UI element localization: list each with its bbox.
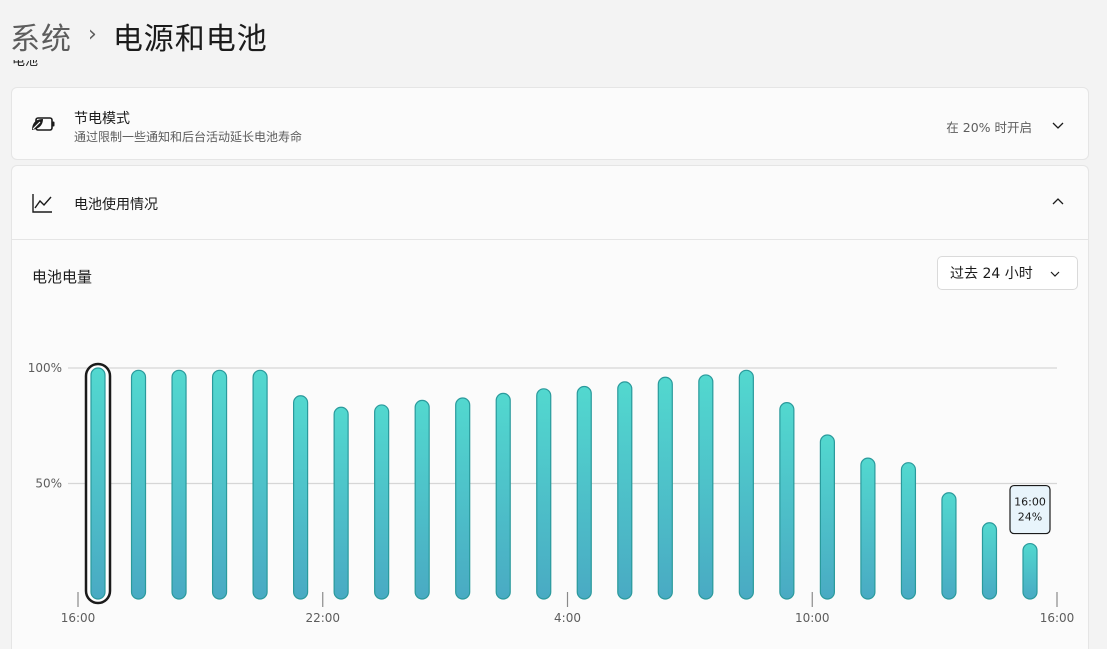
battery-bar[interactable] <box>130 369 147 600</box>
battery-bar[interactable] <box>90 367 106 600</box>
battery-bar[interactable] <box>617 381 633 600</box>
y-tick-label: 50% <box>35 477 62 491</box>
x-tick-label: 16:00 <box>1040 611 1075 625</box>
power-battery-page: 系统 › 电源和电池 电池 节电模式 通过限制一些通知和后台活动延长电池寿命 在… <box>0 0 1107 649</box>
battery-bar[interactable] <box>981 522 998 600</box>
battery-bar[interactable] <box>657 376 673 600</box>
battery-bar[interactable] <box>374 404 390 600</box>
tooltip-value: 24% <box>1018 511 1042 524</box>
battery-bar[interactable] <box>171 369 187 600</box>
x-tick-label: 10:00 <box>795 611 830 625</box>
battery-bar[interactable] <box>333 406 349 600</box>
battery-level-chart: 100% 50% 16:00 22:00 4:00 10:00 16:00 16:00 24% <box>28 361 1075 625</box>
battery-bar[interactable] <box>576 385 592 600</box>
battery-bar[interactable] <box>900 462 917 600</box>
x-tick-label: 16:00 <box>61 611 96 625</box>
battery-bar[interactable] <box>495 392 511 600</box>
x-tick-label: 4:00 <box>554 611 581 625</box>
bar-tooltip <box>1009 484 1051 535</box>
battery-bar[interactable] <box>252 369 268 600</box>
battery-bar[interactable] <box>1022 542 1038 600</box>
battery-bar[interactable] <box>211 369 228 600</box>
battery-bar[interactable] <box>293 395 309 600</box>
y-tick-label: 100% <box>28 361 62 375</box>
battery-bar[interactable] <box>941 492 957 600</box>
battery-bar[interactable] <box>779 402 795 600</box>
battery-bar[interactable] <box>860 457 876 600</box>
battery-bar[interactable] <box>455 397 471 600</box>
battery-bar[interactable] <box>819 434 835 600</box>
tooltip-time: 16:00 <box>1014 496 1046 509</box>
battery-bar[interactable] <box>698 374 714 600</box>
battery-bar[interactable] <box>738 369 754 600</box>
battery-bar[interactable] <box>414 399 430 600</box>
x-tick-label: 22:00 <box>305 611 340 625</box>
battery-bar[interactable] <box>536 388 552 600</box>
